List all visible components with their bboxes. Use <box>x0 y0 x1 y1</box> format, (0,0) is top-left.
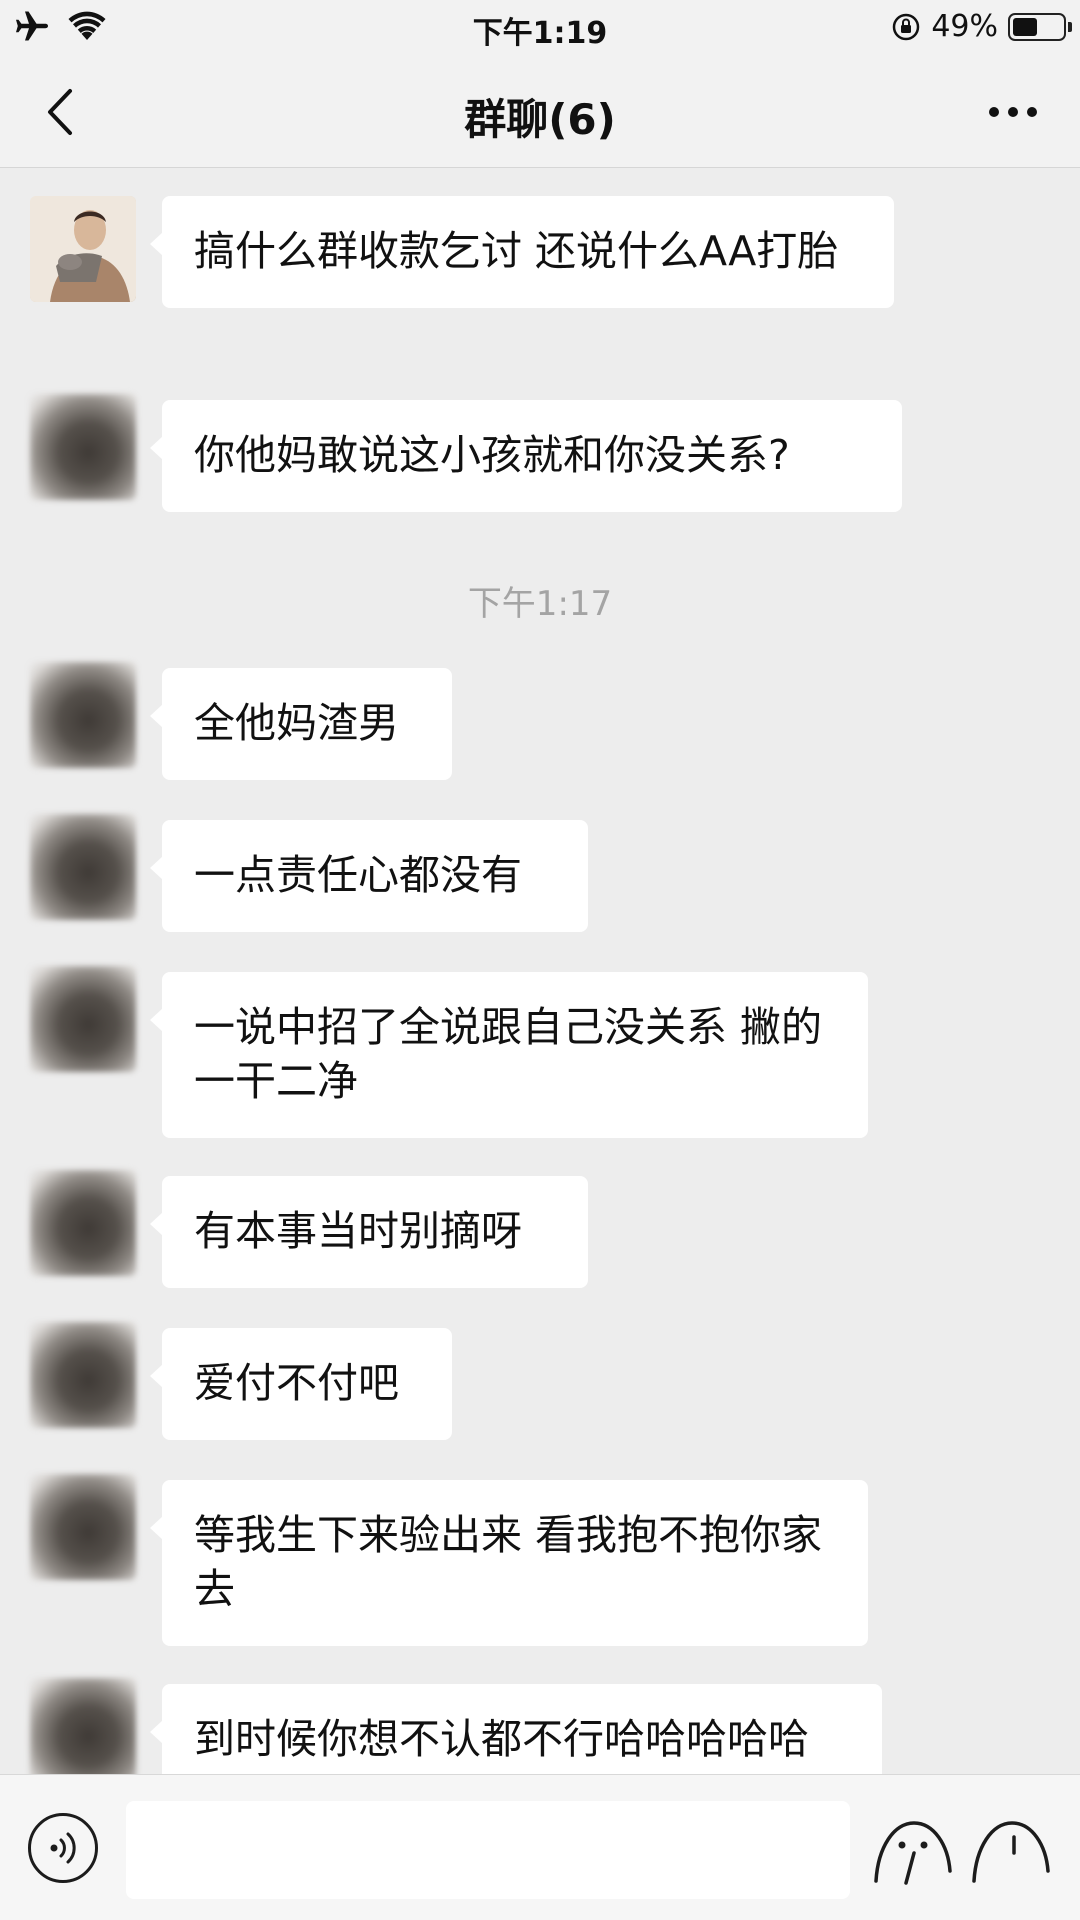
battery-percent: 49% <box>931 9 998 44</box>
message-bubble[interactable]: 搞什么群收款乞讨 还说什么AA打胎 <box>150 196 894 308</box>
status-bar: 下午1:19 49% <box>0 0 1080 56</box>
input-bar <box>0 1774 1080 1920</box>
more-dots-icon <box>989 107 1037 117</box>
status-right: 49% <box>891 9 1072 44</box>
message-bubble[interactable]: 有本事当时别摘呀 <box>150 1176 588 1288</box>
message-bubble[interactable]: 一点责任心都没有 <box>150 820 588 932</box>
plus-button[interactable] <box>968 1811 1054 1887</box>
avatar[interactable] <box>30 814 136 920</box>
battery-fill <box>1013 17 1037 36</box>
avatar[interactable] <box>30 1474 136 1580</box>
orientation-lock-icon <box>893 13 920 40</box>
avatar[interactable] <box>30 196 136 302</box>
voice-button[interactable] <box>28 1813 98 1883</box>
emoji-button[interactable] <box>870 1811 956 1887</box>
message-bubble[interactable]: 一说中招了全说跟自己没关系 撇的一干二净 <box>150 972 868 1138</box>
avatar-photo-icon <box>30 196 136 302</box>
message-bubble[interactable]: 到时候你想不认都不行哈哈哈哈哈 <box>150 1684 882 1774</box>
plus-icon <box>972 1821 1050 1883</box>
avatar[interactable] <box>30 394 136 500</box>
message-bubble[interactable]: 全他妈渣男 <box>150 668 452 780</box>
message-input[interactable] <box>126 1801 850 1899</box>
message-bubble[interactable]: 爱付不付吧 <box>150 1328 452 1440</box>
avatar[interactable] <box>30 662 136 768</box>
message-bubble[interactable]: 你他妈敢说这小孩就和你没关系? <box>150 400 902 512</box>
avatar[interactable] <box>30 1678 136 1774</box>
avatar[interactable] <box>30 966 136 1072</box>
message-timestamp: 下午1:17 <box>467 584 613 624</box>
avatar[interactable] <box>30 1322 136 1428</box>
avatar[interactable] <box>30 1170 136 1276</box>
voice-icon <box>50 1832 76 1864</box>
more-button[interactable] <box>978 82 1048 142</box>
chat-area[interactable]: 搞什么群收款乞讨 还说什么AA打胎 你他妈敢说这小孩就和你没关系? 下午1:17… <box>0 168 1080 1774</box>
chat-title: 群聊(6) <box>464 95 616 144</box>
battery-icon <box>1008 12 1072 41</box>
emoji-icon <box>874 1821 952 1885</box>
nav-bar: 群聊(6) <box>0 56 1080 168</box>
message-bubble[interactable]: 等我生下来验出来 看我抱不抱你家去 <box>150 1480 868 1646</box>
